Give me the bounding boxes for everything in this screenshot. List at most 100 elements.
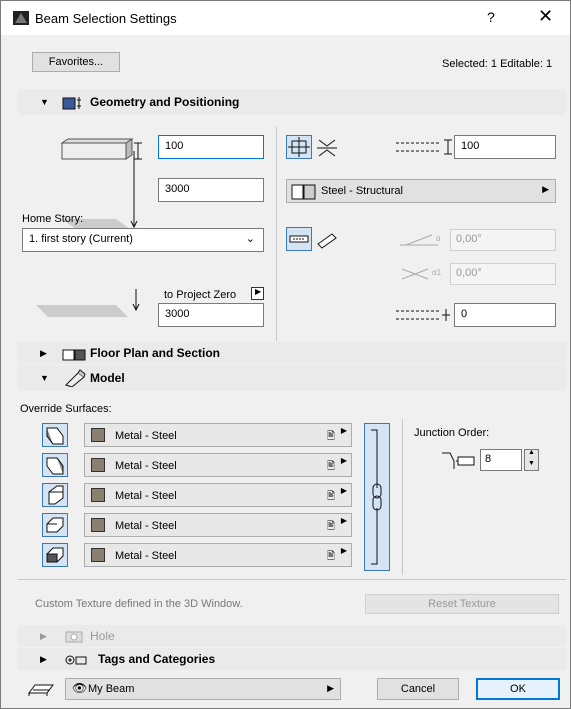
menu-arrow-icon: ▶	[340, 486, 347, 495]
building-material-button[interactable]: Steel - Structural ▶	[286, 179, 556, 203]
junction-order-icon	[442, 452, 475, 469]
close-button[interactable]: ✕	[538, 6, 553, 27]
junction-order-label: Junction Order:	[414, 427, 490, 439]
material-swatch	[91, 428, 105, 442]
offset-value: 0	[461, 308, 468, 320]
tags-section-title: Tags and Categories	[98, 652, 216, 666]
beam-width-input[interactable]: 100	[454, 135, 556, 159]
surface-material-button-3[interactable]: Metal - Steel 🖹 ▶	[84, 483, 352, 507]
geometry-icon	[62, 97, 81, 110]
reference-height-input[interactable]: 3000	[158, 178, 264, 202]
project-zero-value: 3000	[165, 308, 190, 320]
surface-override-toggle-5[interactable]	[42, 543, 68, 567]
surface-material-button-5[interactable]: Metal - Steel 🖹 ▶	[84, 543, 352, 567]
surface-material-label-4: Metal - Steel	[115, 520, 177, 532]
home-story-label: Home Story:	[22, 213, 84, 225]
surface-material-label-1: Metal - Steel	[115, 430, 177, 442]
collapsed-triangle-icon: ▶	[40, 631, 47, 641]
menu-arrow-icon: ▶	[340, 426, 347, 435]
slant-angle-value: 0,00°	[456, 233, 482, 245]
beam-left-surface-icon	[46, 427, 64, 445]
beam-tool-icon	[28, 684, 54, 696]
custom-texture-note: Custom Texture defined in the 3D Window.	[35, 598, 243, 610]
model-panel: Override Surfaces: Metal - Steel 🖹 ▶ Met…	[18, 393, 566, 615]
play-triangle-icon: ▶	[255, 287, 262, 296]
chevron-down-icon: ⌄	[245, 233, 255, 245]
svg-text:α1: α1	[432, 268, 442, 277]
beam-bottom-surface-icon	[46, 547, 64, 563]
stepper-down-icon[interactable]: ▼	[528, 460, 535, 467]
help-button[interactable]: ?	[487, 9, 495, 25]
override-surfaces-label: Override Surfaces:	[20, 403, 112, 415]
expanded-triangle-icon: ▼	[40, 373, 49, 383]
beam-height-value: 100	[165, 140, 184, 152]
eye-icon: 👁	[72, 681, 88, 695]
hole-section-title: Hole	[90, 629, 115, 643]
tags-section-header[interactable]: ▶ Tags and Categories	[18, 648, 566, 670]
geometry-divider	[276, 127, 277, 341]
model-section-title: Model	[90, 371, 125, 385]
anchor-center-button[interactable]	[286, 135, 312, 159]
layer-name: My Beam	[88, 683, 135, 695]
material-catalog-icon: 🖹	[326, 521, 335, 532]
slant-angle-input: 0,00°	[450, 229, 556, 251]
beam-height-input[interactable]: 100	[158, 135, 264, 159]
surface-override-toggle-3[interactable]	[42, 483, 68, 507]
tilt-angle-icon: α1	[401, 268, 442, 280]
tilt-angle-value: 0,00°	[456, 267, 482, 279]
beam-side-surface-icon	[48, 485, 64, 505]
menu-arrow-icon: ▶	[327, 683, 334, 693]
hole-icon	[65, 631, 83, 643]
mirror-anchor-icon[interactable]	[315, 137, 339, 159]
project-zero-input[interactable]: 3000	[158, 303, 264, 327]
offset-input[interactable]: 0	[454, 303, 556, 327]
geometry-section-header[interactable]: ▼ Geometry and Positioning	[18, 89, 566, 115]
building-material-label: Steel - Structural	[321, 185, 403, 197]
ok-label: OK	[510, 683, 526, 695]
geometry-section-title: Geometry and Positioning	[90, 95, 240, 109]
material-swatch	[91, 518, 105, 532]
surface-material-button-1[interactable]: Metal - Steel 🖹 ▶	[84, 423, 352, 447]
home-story-select[interactable]: 1. first story (Current) ⌄	[22, 228, 264, 252]
surface-material-label-2: Metal - Steel	[115, 460, 177, 472]
link-surfaces-toggle[interactable]	[364, 423, 390, 571]
model-icon	[65, 369, 86, 387]
slanted-beam-icon[interactable]	[315, 229, 339, 251]
offset-icon	[396, 309, 450, 321]
layer-select-button[interactable]: 👁 My Beam ▶	[65, 678, 341, 700]
project-zero-elevation-icon	[36, 289, 140, 317]
beam-top-surface-icon	[46, 517, 64, 533]
surface-override-toggle-4[interactable]	[42, 513, 68, 537]
project-zero-menu-button[interactable]: ▶	[251, 287, 264, 300]
stepper-up-icon[interactable]: ▲	[528, 449, 535, 456]
menu-arrow-icon: ▶	[542, 184, 549, 194]
material-swatch	[91, 488, 105, 502]
junction-order-input[interactable]: 8	[480, 449, 522, 471]
floor-plan-section-header[interactable]: ▶ Floor Plan and Section	[18, 342, 566, 364]
surface-override-toggle-2[interactable]	[42, 453, 68, 477]
model-divider	[402, 419, 403, 575]
collapsed-triangle-icon: ▶	[40, 348, 47, 358]
geometry-panel: 100 3000 Home Story: 1. first story (Cur…	[18, 119, 566, 341]
building-material-icon	[291, 184, 316, 200]
tags-icon	[65, 655, 87, 665]
reference-height-value: 3000	[165, 183, 190, 195]
horizontal-beam-icon	[289, 235, 309, 243]
window-title: Beam Selection Settings	[35, 11, 177, 26]
ok-button[interactable]: OK	[476, 678, 560, 700]
surface-material-button-4[interactable]: Metal - Steel 🖹 ▶	[84, 513, 352, 537]
anchor-point-icon	[288, 137, 310, 157]
model-section-header[interactable]: ▼ Model	[18, 365, 566, 391]
horizontal-beam-button[interactable]	[286, 227, 312, 251]
material-catalog-icon: 🖹	[326, 551, 335, 562]
favorites-button[interactable]: Favorites...	[32, 52, 120, 72]
cancel-button[interactable]: Cancel	[377, 678, 459, 700]
surface-material-button-2[interactable]: Metal - Steel 🖹 ▶	[84, 453, 352, 477]
cancel-label: Cancel	[400, 683, 436, 695]
material-catalog-icon: 🖹	[326, 491, 335, 502]
beam-width-icon	[396, 139, 452, 155]
surface-override-toggle-1[interactable]	[42, 423, 68, 447]
junction-order-stepper[interactable]: ▲ ▼	[524, 449, 539, 471]
reset-texture-label: Reset Texture	[428, 598, 496, 610]
beam-width-value: 100	[461, 140, 480, 152]
